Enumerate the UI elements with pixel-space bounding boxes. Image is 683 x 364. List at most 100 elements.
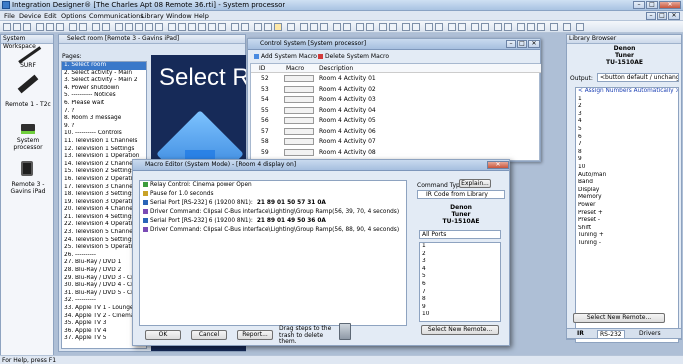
- text-icon[interactable]: [125, 23, 133, 31]
- library-command-item[interactable]: Power: [576, 202, 678, 210]
- minimize-button[interactable]: –: [633, 1, 645, 9]
- processor-icon[interactable]: [21, 124, 35, 134]
- mdi-close-button[interactable]: ✕: [668, 12, 680, 20]
- macro-table-row[interactable]: 52 Room 4 Activity 01: [251, 74, 541, 84]
- cs-minimize-button[interactable]: –: [506, 40, 516, 48]
- align-middle-icon[interactable]: [208, 23, 216, 31]
- page-list-item[interactable]: 8. Room 3 message: [62, 115, 146, 123]
- macro-table-row[interactable]: 56 Room 4 Activity 05: [251, 116, 541, 126]
- page-list-item[interactable]: 10. ---------- Controls: [62, 130, 146, 138]
- record-icon[interactable]: [320, 23, 328, 31]
- trash-icon[interactable]: [339, 323, 351, 340]
- port-select[interactable]: All Ports: [419, 230, 501, 239]
- library-command-item[interactable]: Band: [576, 179, 678, 187]
- redo-icon[interactable]: [79, 23, 87, 31]
- play-forward-icon[interactable]: [471, 23, 479, 31]
- device-surf[interactable]: SURF: [3, 62, 53, 69]
- align-left-icon[interactable]: [168, 23, 176, 31]
- info-icon[interactable]: [576, 23, 584, 31]
- align-bottom-icon[interactable]: [218, 23, 226, 31]
- menu-window[interactable]: Window: [166, 12, 192, 20]
- macro-icon[interactable]: [356, 23, 364, 31]
- column-id[interactable]: ID: [259, 65, 265, 72]
- zoom-out-icon[interactable]: [458, 23, 466, 31]
- macro-step[interactable]: Relay Control: Cinema power Open: [140, 181, 406, 190]
- library-command-item[interactable]: Auto/man: [576, 172, 678, 180]
- page-list-item[interactable]: 7. ?: [62, 108, 146, 116]
- macro-steps-list[interactable]: Relay Control: Cinema power Open Pause fo…: [139, 180, 407, 326]
- menu-communications[interactable]: Communications: [89, 12, 144, 20]
- device-icon[interactable]: [389, 23, 397, 31]
- undo-icon[interactable]: [69, 23, 77, 31]
- explain-button[interactable]: Explain...: [459, 179, 491, 188]
- remote-icon[interactable]: [17, 74, 39, 94]
- page-list-item[interactable]: 4. Power shutdown: [62, 85, 146, 93]
- align-center-icon[interactable]: [178, 23, 186, 31]
- mdi-minimize-button[interactable]: –: [646, 12, 656, 20]
- macro-edit-box[interactable]: [284, 106, 314, 114]
- menu-file[interactable]: File: [4, 12, 15, 20]
- port-list-item[interactable]: 9: [420, 304, 500, 312]
- cs-close-button[interactable]: ✕: [528, 40, 540, 48]
- library-command-item[interactable]: 10: [576, 164, 678, 172]
- library-command-item[interactable]: 3: [576, 111, 678, 119]
- pointer-icon[interactable]: [264, 23, 272, 31]
- audio-icon[interactable]: [517, 23, 525, 31]
- cs-restore-button[interactable]: □: [517, 40, 527, 48]
- library-command-item[interactable]: 9: [576, 156, 678, 164]
- library-command-item[interactable]: Memory: [576, 194, 678, 202]
- macro-edit-box[interactable]: [284, 148, 314, 156]
- macro-edit-box[interactable]: [284, 75, 314, 82]
- port-list-item[interactable]: 8: [420, 296, 500, 304]
- select-new-remote-button[interactable]: Select New Remote...: [421, 325, 499, 335]
- ok-button[interactable]: OK: [145, 330, 181, 340]
- bold-icon[interactable]: [412, 23, 420, 31]
- zoom-icon[interactable]: [254, 23, 262, 31]
- font-icon[interactable]: [402, 23, 410, 31]
- output-select[interactable]: <button default / unchange: [597, 73, 679, 82]
- port-list-item[interactable]: 7: [420, 289, 500, 297]
- column-macro[interactable]: Macro: [286, 65, 304, 72]
- list-icon[interactable]: [550, 23, 558, 31]
- delete-system-macro-button[interactable]: Delete System Macro: [318, 53, 389, 60]
- align-right-icon[interactable]: [188, 23, 196, 31]
- page-list-item[interactable]: 12. Television 1 Settings: [62, 146, 146, 154]
- library-command-item[interactable]: 4: [576, 118, 678, 126]
- page-list-item[interactable]: 1. Select room: [62, 62, 146, 70]
- properties-icon[interactable]: [494, 23, 502, 31]
- home-icon[interactable]: [563, 23, 571, 31]
- page-list-item[interactable]: 5. ---------- Notices: [62, 92, 146, 100]
- page-icon[interactable]: [379, 23, 387, 31]
- line-color-icon[interactable]: [435, 23, 443, 31]
- port-list-item[interactable]: 5: [420, 273, 500, 281]
- image-icon[interactable]: [145, 23, 153, 31]
- open-icon[interactable]: [13, 23, 21, 31]
- tab-rs232[interactable]: RS-232: [597, 330, 625, 339]
- macro-step[interactable]: Pause for 1.0 seconds: [140, 190, 406, 199]
- command-type-select[interactable]: IR Code from Library: [417, 190, 505, 199]
- macro-edit-box[interactable]: [284, 117, 314, 124]
- port-list-item[interactable]: 10: [420, 311, 500, 319]
- macro-edit-box[interactable]: [284, 96, 314, 103]
- library-command-item[interactable]: Preset +: [576, 210, 678, 218]
- library-command-item[interactable]: 5: [576, 126, 678, 134]
- port-list-item[interactable]: 4: [420, 266, 500, 274]
- tab-ir[interactable]: IR: [577, 330, 584, 337]
- align-top-icon[interactable]: [198, 23, 206, 31]
- maximize-button[interactable]: □: [646, 1, 658, 9]
- copy-icon[interactable]: [46, 23, 54, 31]
- macro-table-row[interactable]: 57 Room 4 Activity 06: [251, 127, 541, 137]
- tab-drivers[interactable]: Drivers: [639, 330, 661, 337]
- library-command-list[interactable]: < Assign Numbers Automatically >1 2 3 4 5 6 7 8…: [575, 87, 679, 343]
- macro-step[interactable]: Serial Port [RS-232] 6 (19200 8N1): 21 89…: [140, 217, 406, 226]
- help-pointer-icon[interactable]: [287, 23, 295, 31]
- device-system-processor[interactable]: System processor: [3, 137, 53, 151]
- library-select-new-remote-button[interactable]: Select New Remote...: [573, 313, 665, 323]
- column-description[interactable]: Description: [319, 65, 353, 72]
- macro-edit-box[interactable]: [284, 127, 314, 135]
- macro-table-row[interactable]: 54 Room 4 Activity 03: [251, 95, 541, 105]
- library-command-item[interactable]: 6: [576, 134, 678, 142]
- learn-icon[interactable]: [343, 23, 351, 31]
- arrow-left-icon[interactable]: [527, 23, 535, 31]
- play-back-icon[interactable]: [481, 23, 489, 31]
